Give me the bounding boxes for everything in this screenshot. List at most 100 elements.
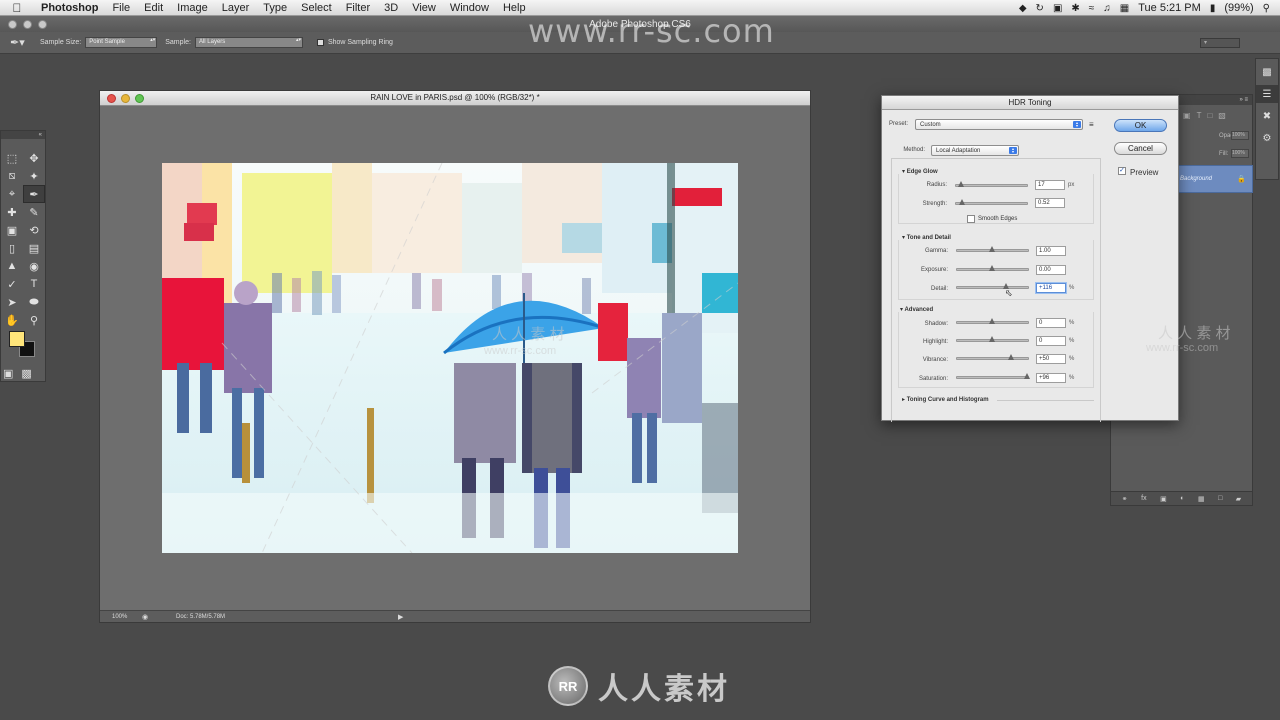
menu-layer[interactable]: Layer xyxy=(215,0,257,16)
clock[interactable]: Tue 5:21 PM xyxy=(1138,2,1201,14)
new-group-icon[interactable]: ▦ xyxy=(1198,495,1205,503)
shadow-field[interactable]: 0 xyxy=(1036,318,1066,328)
vibrance-field[interactable]: +50 xyxy=(1036,354,1066,364)
filter-type-icon[interactable]: T xyxy=(1197,111,1202,120)
type-tool-icon[interactable]: T xyxy=(23,275,45,293)
status-menu-arrow-icon[interactable]: ▶ xyxy=(398,613,403,621)
menu-photoshop[interactable]: Photoshop xyxy=(34,0,105,16)
properties-panel-icon[interactable]: ⚙ xyxy=(1256,129,1278,147)
highlight-field[interactable]: 0 xyxy=(1036,336,1066,346)
saturation-slider[interactable] xyxy=(956,376,1029,379)
shape-tool-icon[interactable]: ⬬ xyxy=(23,293,45,311)
zoom-tool-icon[interactable]: ⚲ xyxy=(23,311,45,329)
healing-brush-tool-icon[interactable]: ✚ xyxy=(1,203,23,221)
volume-icon[interactable]: ♫ xyxy=(1103,3,1111,14)
foreground-color-swatch[interactable] xyxy=(9,331,25,347)
preset-options-icon[interactable]: ≡ xyxy=(1089,120,1094,129)
screen-mode-icon[interactable]: ▩ xyxy=(21,367,31,380)
menu-edit[interactable]: Edit xyxy=(137,0,170,16)
quick-selection-tool-icon[interactable]: ✦ xyxy=(23,167,45,185)
time-machine-icon[interactable]: ↻ xyxy=(1036,3,1044,14)
spotlight-icon[interactable]: ⚲ xyxy=(1263,3,1270,14)
sample-size-select[interactable]: Point Sample xyxy=(85,37,158,48)
color-swatches[interactable] xyxy=(9,331,39,359)
menu-window[interactable]: Window xyxy=(443,0,496,16)
vibrance-slider-thumb[interactable] xyxy=(1008,354,1014,360)
crop-tool-icon[interactable]: ⌖ xyxy=(1,185,23,203)
cancel-button[interactable]: Cancel xyxy=(1114,142,1167,155)
move-tool-icon[interactable]: ✥ xyxy=(23,149,45,167)
show-sampling-ring-checkbox[interactable] xyxy=(316,39,324,46)
menu-type[interactable]: Type xyxy=(256,0,294,16)
calendar-icon[interactable]: ▦ xyxy=(1120,3,1129,14)
document-canvas[interactable]: 人 人 素 材 www.rr-sc.com xyxy=(162,163,738,553)
toning-curve-header[interactable]: ▸ Toning Curve and Histogram xyxy=(902,396,989,403)
filter-smart-icon[interactable]: ▧ xyxy=(1218,111,1226,120)
pen-tool-icon[interactable]: ✓ xyxy=(1,275,23,293)
gradient-tool-icon[interactable]: ▤ xyxy=(23,239,45,257)
radius-slider[interactable] xyxy=(955,184,1028,187)
layers-panel-icon[interactable]: ☰ xyxy=(1256,85,1278,103)
document-info[interactable]: Doc: 5.78M/5.78M xyxy=(176,614,286,620)
eraser-tool-icon[interactable]: ▯ xyxy=(1,239,23,257)
filter-pixel-icon[interactable]: ▣ xyxy=(1183,111,1191,120)
delete-layer-icon[interactable]: ▰ xyxy=(1236,495,1241,503)
exposure-slider-thumb[interactable] xyxy=(989,265,995,271)
strength-slider[interactable] xyxy=(955,202,1028,205)
fill-field[interactable]: 100% xyxy=(1231,149,1249,158)
radius-slider-thumb[interactable] xyxy=(958,181,964,187)
history-brush-tool-icon[interactable]: ⟲ xyxy=(23,221,45,239)
apple-icon[interactable]:  xyxy=(0,1,34,15)
brush-tool-icon[interactable]: ✎ xyxy=(23,203,45,221)
document-title-bar[interactable]: RAIN LOVE in PARIS.psd @ 100% (RGB/32*) … xyxy=(100,91,810,106)
zoom-level[interactable]: 100% xyxy=(112,614,142,620)
workspace-switcher[interactable]: ▾ xyxy=(1200,38,1240,48)
dodge-tool-icon[interactable]: ◉ xyxy=(23,257,45,275)
method-dropdown[interactable]: Local Adaptation ▴ ▾ xyxy=(931,145,1019,156)
bluetooth-icon[interactable]: ✱ xyxy=(1071,3,1079,14)
blur-tool-icon[interactable]: ▲ xyxy=(1,257,23,275)
link-layers-icon[interactable]: ⚭ xyxy=(1122,495,1128,503)
quick-mask-icon[interactable]: ▣ xyxy=(3,367,13,380)
highlight-slider-thumb[interactable] xyxy=(989,336,995,342)
menu-help[interactable]: Help xyxy=(496,0,533,16)
strength-field[interactable]: 0.52 xyxy=(1035,198,1065,208)
tool-presets-panel-icon[interactable]: ✖ xyxy=(1256,107,1278,125)
ok-button[interactable]: OK xyxy=(1114,119,1167,132)
gamma-field[interactable]: 1.00 xyxy=(1036,246,1066,256)
histogram-panel-icon[interactable]: ▩ xyxy=(1256,63,1278,81)
menu-3d[interactable]: 3D xyxy=(377,0,405,16)
layer-row-background[interactable]: Background 🔒 xyxy=(1173,165,1253,193)
tools-panel-collapse-icon[interactable]: « xyxy=(1,131,45,139)
dropbox-icon[interactable]: ◆ xyxy=(1019,3,1027,14)
shadow-slider-thumb[interactable] xyxy=(989,318,995,324)
status-export-icon[interactable]: ◉ xyxy=(142,613,154,621)
eyedropper-tool-icon[interactable]: ✒ xyxy=(23,185,45,203)
hand-tool-icon[interactable]: ✋ xyxy=(1,311,23,329)
exposure-field[interactable]: 0.00 xyxy=(1036,265,1066,275)
strength-slider-thumb[interactable] xyxy=(959,199,965,205)
sample-select[interactable]: All Layers xyxy=(194,37,303,48)
new-layer-icon[interactable]: □ xyxy=(1218,495,1222,502)
filter-shape-icon[interactable]: □ xyxy=(1207,111,1212,120)
menu-filter[interactable]: Filter xyxy=(339,0,377,16)
path-selection-tool-icon[interactable]: ➤ xyxy=(1,293,23,311)
marquee-tool-icon[interactable]: ⬚ xyxy=(1,149,23,167)
radius-field[interactable]: 17 xyxy=(1035,180,1065,190)
detail-field[interactable]: +116 xyxy=(1036,283,1066,293)
saturation-field[interactable]: +96 xyxy=(1036,373,1066,383)
menu-select[interactable]: Select xyxy=(294,0,339,16)
gamma-slider-thumb[interactable] xyxy=(989,246,995,252)
menu-view[interactable]: View xyxy=(405,0,443,16)
wifi-icon[interactable]: ≈ xyxy=(1089,3,1095,14)
detail-slider[interactable] xyxy=(956,286,1029,289)
battery-icon[interactable]: ▮ xyxy=(1210,3,1216,14)
eyedropper-tool-preset-icon[interactable]: ✒▾ xyxy=(10,36,32,49)
lasso-tool-icon[interactable]: ⧅ xyxy=(1,167,23,185)
clone-stamp-tool-icon[interactable]: ▣ xyxy=(1,221,23,239)
menu-file[interactable]: File xyxy=(105,0,137,16)
preview-checkbox[interactable]: ✓ xyxy=(1118,167,1126,175)
adjustment-layer-icon[interactable]: ◐ xyxy=(1180,495,1184,502)
menu-image[interactable]: Image xyxy=(170,0,215,16)
opacity-field[interactable]: 100% xyxy=(1231,131,1249,140)
